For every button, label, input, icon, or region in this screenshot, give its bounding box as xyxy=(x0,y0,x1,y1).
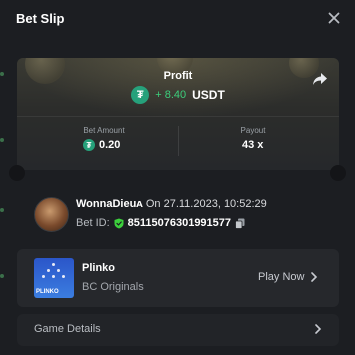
date-prefix: On xyxy=(145,198,161,210)
ticket-notch xyxy=(9,165,25,181)
game-thumbnail[interactable]: PLINKO xyxy=(34,258,74,298)
bet-datetime: 27.11.2023, 10:52:29 xyxy=(163,198,267,210)
profit-value-row: ₮ + 8.40 USDT xyxy=(17,86,339,104)
usdt-coin-icon: ₮ xyxy=(83,139,95,151)
username[interactable]: WonnaDieuᴀ xyxy=(76,198,143,210)
game-details-row[interactable]: Game Details xyxy=(17,314,339,346)
modal-header: Bet Slip xyxy=(0,0,355,38)
profit-amount: + 8.40 xyxy=(155,89,187,101)
modal-title: Bet Slip xyxy=(16,11,65,26)
bet-amount-value-group: ₮ 0.20 xyxy=(83,139,120,151)
plinko-peg xyxy=(47,269,50,272)
usdt-coin-icon: ₮ xyxy=(131,86,150,104)
plinko-peg xyxy=(57,269,60,272)
edge-dot xyxy=(0,138,4,142)
plinko-peg xyxy=(62,275,65,278)
game-details-label: Game Details xyxy=(34,323,101,335)
close-icon[interactable] xyxy=(325,9,343,27)
game-provider: BC Originals xyxy=(82,281,144,293)
chevron-right-icon xyxy=(315,324,322,334)
profit-label: Profit xyxy=(163,70,193,82)
bet-id-label: Bet ID: xyxy=(76,217,110,229)
plinko-peg xyxy=(52,263,55,266)
play-now-button[interactable]: Play Now xyxy=(258,271,318,283)
play-now-label: Play Now xyxy=(258,271,305,283)
shield-check-icon xyxy=(114,218,124,228)
bet-user-line: WonnaDieuᴀ On 27.11.2023, 10:52:29 xyxy=(76,198,267,210)
thumbnail-label: PLINKO xyxy=(36,289,59,295)
edge-dot xyxy=(0,208,4,212)
profit-currency: USDT xyxy=(192,88,225,102)
bet-amount-label: Bet Amount xyxy=(83,126,125,135)
bet-slip-modal: Bet Slip Profit ₮ + 8.40 USDT Bet Amount… xyxy=(0,0,355,355)
payout-value: 43 x xyxy=(242,139,264,151)
ticket-notch xyxy=(330,165,346,181)
chevron-right-icon xyxy=(311,272,318,282)
copy-icon[interactable] xyxy=(235,218,245,229)
game-name: Plinko xyxy=(82,262,116,274)
bet-id-value: 85115076301991577 xyxy=(127,217,232,229)
payout-label: Payout xyxy=(240,126,266,135)
plinko-peg xyxy=(52,275,55,278)
stats-vertical-divider xyxy=(178,126,179,156)
share-arrow-icon[interactable] xyxy=(311,70,329,88)
avatar[interactable] xyxy=(34,197,69,232)
edge-dot xyxy=(0,274,4,278)
bet-amount-value: 0.20 xyxy=(99,139,121,151)
profit-card: Profit ₮ + 8.40 USDT Bet Amount ₮ 0.20 P… xyxy=(17,58,339,170)
plinko-peg xyxy=(42,275,45,278)
bet-id-line: Bet ID: 85115076301991577 xyxy=(76,217,245,229)
stats-divider xyxy=(17,116,339,117)
edge-dot xyxy=(0,72,4,76)
